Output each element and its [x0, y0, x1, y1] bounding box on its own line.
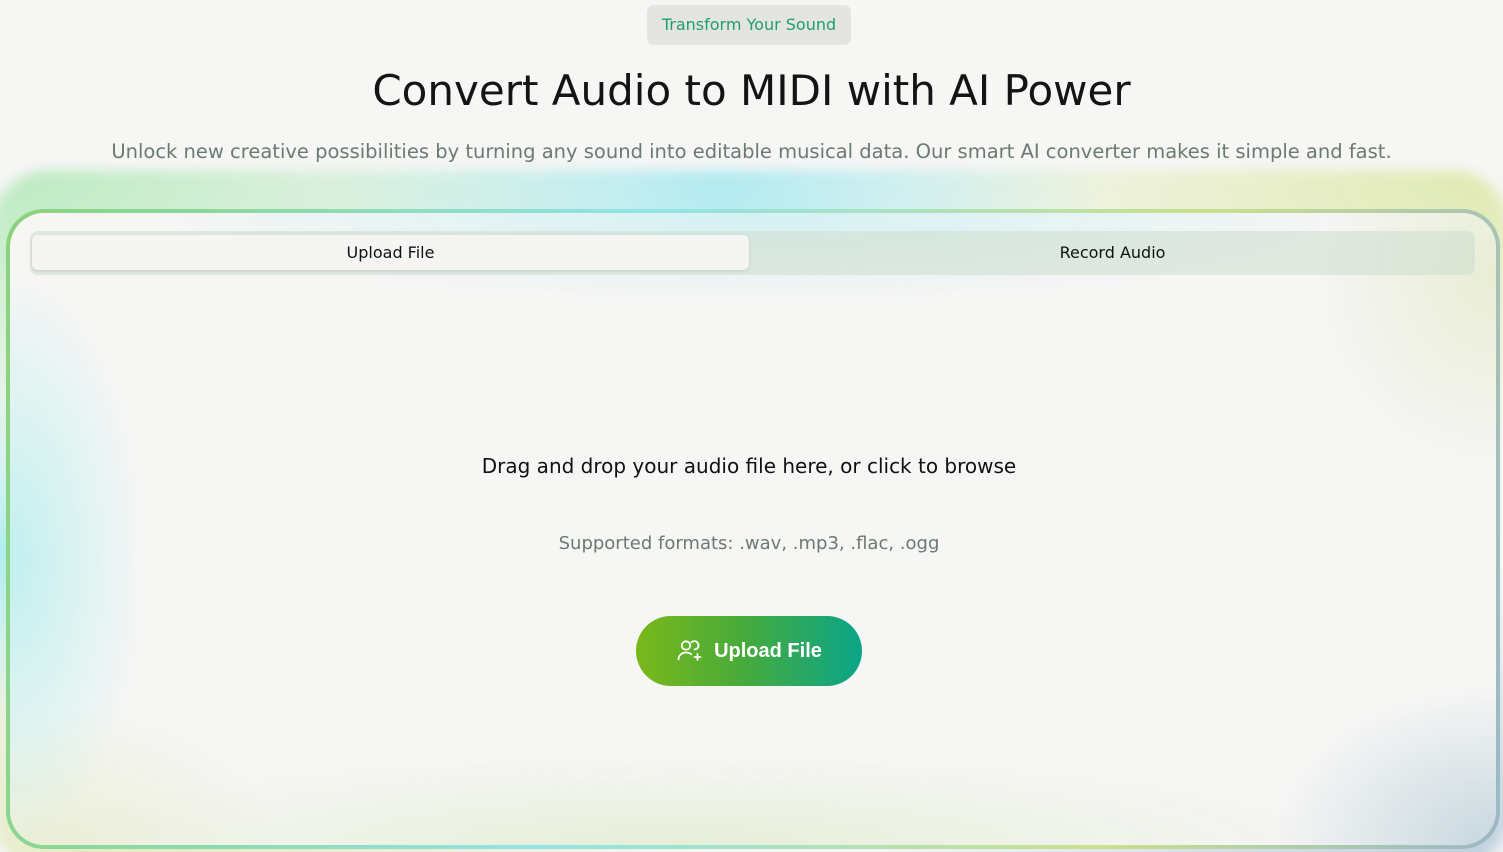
users-add-icon	[676, 637, 704, 665]
tab-upload-file[interactable]: Upload File	[32, 235, 749, 270]
section-badge: Transform Your Sound	[647, 5, 851, 45]
supported-formats: Supported formats: .wav, .mp3, .flac, .o…	[558, 533, 940, 554]
card-inner-glow	[10, 213, 1496, 845]
page-subtitle: Unlock new creative possibilities by tur…	[111, 140, 1392, 163]
converter-card: Upload File Record Audio Drag and drop y…	[6, 209, 1500, 849]
upload-file-button[interactable]: Upload File	[636, 616, 862, 686]
mode-tabs: Upload File Record Audio	[30, 231, 1475, 275]
dropzone-instruction[interactable]: Drag and drop your audio file here, or c…	[10, 451, 1488, 481]
upload-file-button-label: Upload File	[714, 639, 822, 662]
page: Transform Your Sound Convert Audio to MI…	[0, 0, 1503, 852]
page-title: Convert Audio to MIDI with AI Power	[372, 66, 1131, 115]
tab-record-audio[interactable]: Record Audio	[754, 235, 1471, 270]
